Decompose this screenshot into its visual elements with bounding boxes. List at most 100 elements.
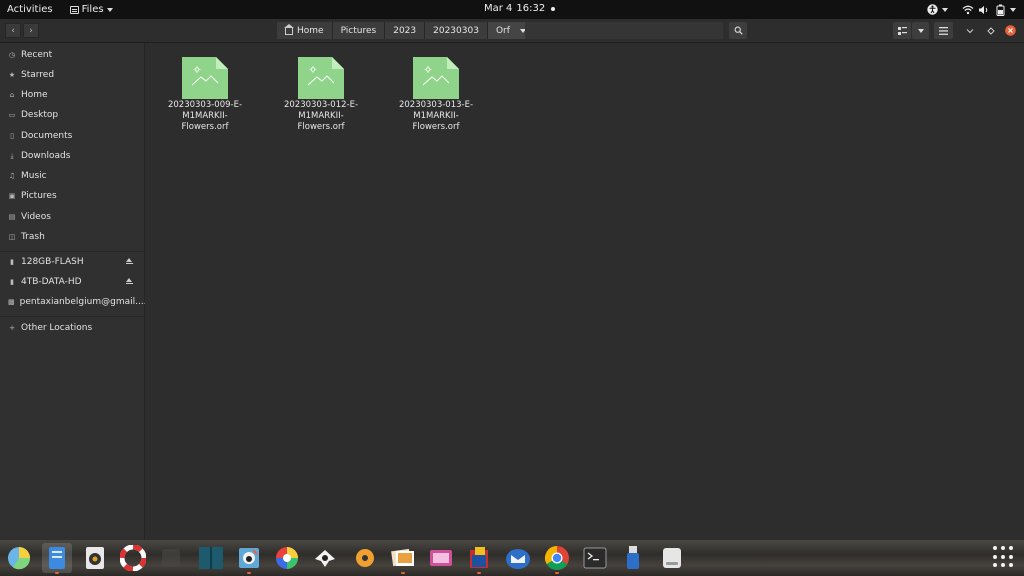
sidebar-item-music[interactable]: ♫ Music <box>0 166 145 186</box>
view-grid-button[interactable] <box>893 22 911 39</box>
sidebar-item-label: pentaxianbelgium@gmail.... <box>19 297 147 307</box>
breadcrumb: Home Pictures 2023 20230303 Orf <box>277 22 535 39</box>
clock[interactable]: Mar 4 16:32 <box>484 3 556 14</box>
running-indicator <box>247 572 251 574</box>
eject-icon[interactable] <box>126 278 133 285</box>
accessibility-icon[interactable] <box>926 4 938 16</box>
close-button[interactable] <box>1004 24 1017 37</box>
file-item[interactable]: 20230303-013-E-M1MARKII-Flowers.orf <box>391 57 481 133</box>
archive-icon <box>470 547 488 568</box>
dock-app-photos[interactable] <box>388 543 418 574</box>
image-file-icon <box>182 57 228 99</box>
home-icon <box>284 24 294 35</box>
sidebar-item-pictures[interactable]: ▣ Pictures <box>0 186 145 206</box>
file-item[interactable]: 20230303-009-E-M1MARKII-Flowers.orf <box>160 57 250 133</box>
activities-button[interactable]: Activities <box>7 4 53 15</box>
dock-app-rhythmbox[interactable] <box>350 543 380 573</box>
sidebar-item-trash[interactable]: ◫ Trash <box>0 227 145 247</box>
wifi-icon[interactable] <box>962 4 974 16</box>
search-icon <box>734 26 743 35</box>
dock-app-terminal[interactable] <box>580 543 610 573</box>
sidebar-item-desktop[interactable]: ▭ Desktop <box>0 105 145 125</box>
breadcrumb-label: Orf <box>495 25 510 36</box>
battery-icon[interactable] <box>994 4 1006 16</box>
mail-icon <box>506 549 530 569</box>
dock-app-pie-chart[interactable] <box>4 543 34 573</box>
app-menu[interactable]: Files <box>69 4 113 15</box>
file-item[interactable]: 20230303-012-E-M1MARKII-Flowers.orf <box>276 57 366 133</box>
volume-icon[interactable] <box>978 4 990 16</box>
breadcrumb-label: Pictures <box>340 25 377 36</box>
dock-app-color-picker[interactable] <box>272 543 302 573</box>
dock-app-usb[interactable] <box>618 543 648 573</box>
view-options-button[interactable] <box>912 22 929 39</box>
running-indicator <box>477 572 481 574</box>
minimize-button[interactable] <box>963 24 976 37</box>
system-tray[interactable] <box>926 2 1016 17</box>
chevron-right-icon: › <box>29 25 33 36</box>
forward-button[interactable]: › <box>23 23 39 38</box>
sidebar-item-starred[interactable]: ★ Starred <box>0 65 145 85</box>
chevron-down-icon <box>917 28 924 33</box>
help-icon <box>120 545 146 571</box>
sidebar-item-recent[interactable]: ◷ Recent <box>0 45 145 65</box>
sidebar-item-videos[interactable]: ▤ Videos <box>0 207 145 227</box>
breadcrumb-label: Home <box>297 25 324 36</box>
dock-app-music-player[interactable] <box>80 543 110 573</box>
sidebar-item-home[interactable]: ⌂ Home <box>0 85 145 105</box>
dock-app-help[interactable] <box>118 543 148 573</box>
notification-dot-icon <box>551 6 556 11</box>
sidebar-item-online-account[interactable]: ▩ pentaxianbelgium@gmail.... <box>0 292 147 312</box>
running-indicator <box>55 572 59 574</box>
breadcrumb-home[interactable]: Home <box>277 22 333 39</box>
sidebar-item-downloads[interactable]: ⤓ Downloads <box>0 146 145 166</box>
eject-icon[interactable] <box>126 258 133 265</box>
show-applications-button[interactable] <box>993 546 1015 568</box>
maximize-icon <box>986 26 995 35</box>
document-icon: ▯ <box>10 132 14 140</box>
music-icon: ♫ <box>8 172 16 180</box>
home-icon: ⌂ <box>9 91 15 99</box>
back-button[interactable]: ‹ <box>5 23 21 38</box>
dock-app-inkscape[interactable] <box>310 543 340 573</box>
accessibility-chevron-icon[interactable] <box>942 7 948 12</box>
clock-icon: ◷ <box>8 51 16 59</box>
dock-app-disk[interactable] <box>657 543 687 573</box>
breadcrumb-pictures[interactable]: Pictures <box>332 22 386 39</box>
breadcrumb-20230303[interactable]: 20230303 <box>425 22 488 39</box>
breadcrumb-2023[interactable]: 2023 <box>385 22 426 39</box>
dock-app-chrome[interactable] <box>542 543 572 574</box>
usb-icon <box>627 546 639 569</box>
dock-app-files[interactable] <box>42 543 72 574</box>
dock-app-unknown[interactable] <box>156 543 186 573</box>
dock-app-gimp[interactable] <box>234 543 264 574</box>
breadcrumb-label: 20230303 <box>433 25 479 36</box>
dock-app-image-viewer[interactable] <box>426 543 456 573</box>
dock-app-mail[interactable] <box>503 543 533 573</box>
drive-icon: ▮ <box>10 278 14 286</box>
sidebar-item-4tb-data-hd[interactable]: ▮ 4TB-DATA-HD <box>0 272 145 292</box>
book-icon <box>199 547 223 569</box>
chevron-left-icon: ‹ <box>11 25 15 36</box>
system-menu-chevron-icon[interactable] <box>1010 7 1016 12</box>
clock-time: 16:32 <box>516 3 546 14</box>
grid-dot-icon <box>1001 563 1005 568</box>
sidebar-item-label: Recent <box>21 50 53 60</box>
sidebar-item-documents[interactable]: ▯ Documents <box>0 126 145 146</box>
search-button[interactable] <box>729 22 747 39</box>
terminal-icon <box>583 547 607 569</box>
files-icon <box>49 547 65 569</box>
sidebar-item-label: Trash <box>21 232 45 242</box>
path-bar-fill[interactable] <box>525 22 723 39</box>
file-view[interactable]: 20230303-009-E-M1MARKII-Flowers.orf 2023… <box>145 43 1024 540</box>
chevron-down-icon <box>106 7 113 12</box>
dock-app-archive[interactable] <box>464 543 494 574</box>
sidebar-divider <box>0 316 145 317</box>
sidebar-item-other-locations[interactable]: + Other Locations <box>0 318 145 338</box>
dock-app-book[interactable] <box>196 543 226 573</box>
sidebar-item-128gb-flash[interactable]: ▮ 128GB-FLASH <box>0 252 145 272</box>
file-name: 20230303-012-E-M1MARKII-Flowers.orf <box>283 100 359 132</box>
grid-dot-icon <box>1009 563 1013 568</box>
menu-button[interactable] <box>934 22 953 39</box>
maximize-button[interactable] <box>984 24 997 37</box>
